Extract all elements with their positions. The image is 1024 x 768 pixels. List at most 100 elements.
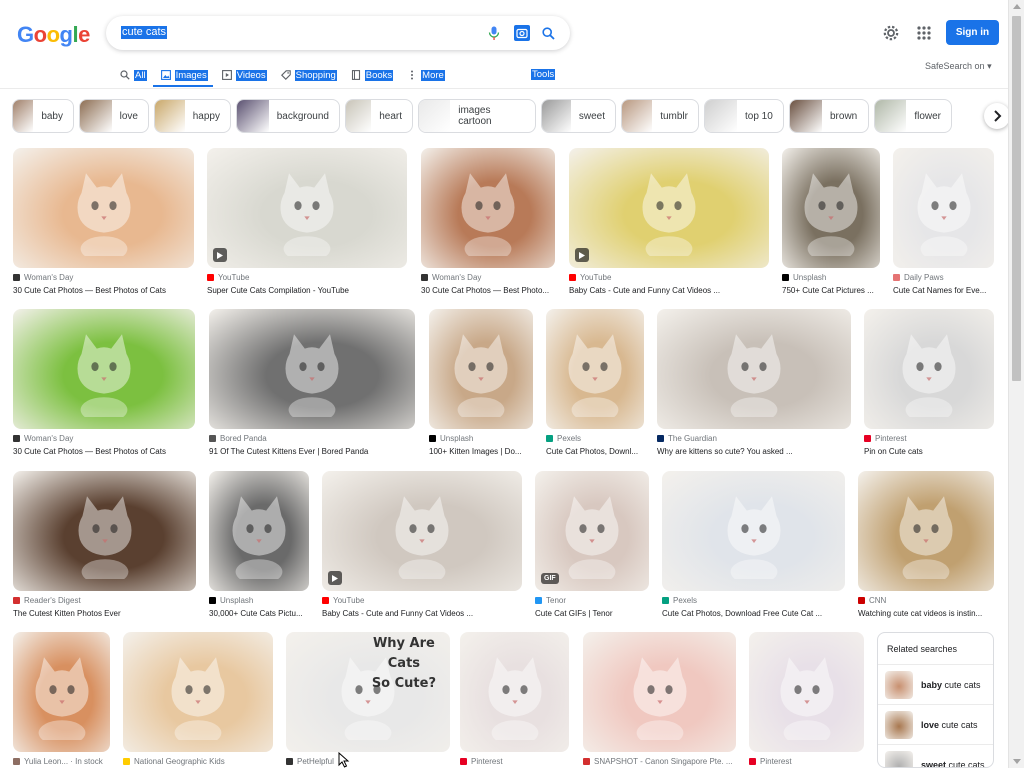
camera-lens-icon[interactable] — [514, 25, 530, 41]
image-result[interactable]: The Guardian Why are kittens so cute? You… — [657, 309, 851, 463]
result-title[interactable]: Cute Cat GIFs | Tenor — [535, 609, 655, 618]
chip-happy[interactable]: happy — [154, 99, 231, 133]
scrollbar-thumb[interactable] — [1012, 16, 1021, 381]
result-title[interactable]: Cute Cat Photos, Download Free Cute Cat … — [662, 609, 845, 618]
microphone-icon[interactable] — [486, 25, 502, 41]
result-title[interactable]: 750+ Cute Cat Pictures ... — [782, 286, 902, 295]
image-result[interactable]: Woman's Day 30 Cute Cat Photos — Best Pho… — [421, 148, 555, 302]
result-thumbnail[interactable] — [421, 148, 555, 268]
image-result[interactable]: Bored Panda 91 Of The Cutest Kittens Ever… — [209, 309, 415, 463]
google-logo[interactable]: Google — [17, 22, 90, 48]
result-title[interactable]: Baby Cats - Cute and Funny Cat Videos ..… — [569, 286, 769, 295]
result-thumbnail[interactable] — [662, 471, 845, 591]
chips-next-button[interactable] — [984, 103, 1010, 129]
result-source[interactable]: Woman's Day — [13, 273, 73, 282]
result-title[interactable]: 100+ Kitten Images | Do... — [429, 447, 549, 456]
result-title[interactable]: 91 Of The Cutest Kittens Ever | Bored Pa… — [209, 447, 415, 456]
result-source[interactable]: Woman's Day — [421, 273, 481, 282]
result-title[interactable]: 30 Cute Cat Photos — Best Photos of Cats — [13, 447, 195, 456]
result-thumbnail[interactable] — [322, 471, 522, 591]
result-title[interactable]: Pin on Cute cats — [864, 447, 994, 456]
chip-brown[interactable]: brown — [789, 99, 869, 133]
search-box[interactable]: cute cats — [106, 16, 570, 50]
related-search-item[interactable]: sweet cute cats — [878, 744, 993, 767]
related-search-item[interactable]: baby cute cats — [878, 664, 993, 704]
result-thumbnail[interactable] — [209, 309, 415, 429]
result-title[interactable]: 30,000+ Cute Cats Pictu... — [209, 609, 329, 618]
result-thumbnail[interactable] — [858, 471, 994, 591]
result-title[interactable]: The Cutest Kitten Photos Ever — [13, 609, 196, 618]
result-title[interactable]: Cute Cat Names for Eve... — [893, 286, 1013, 295]
safesearch-dropdown[interactable]: SafeSearch on ▾ — [925, 61, 992, 72]
tab-books[interactable]: Books — [351, 67, 394, 83]
result-thumbnail[interactable] — [893, 148, 994, 268]
result-title[interactable]: Why are kittens so cute? You asked ... — [657, 447, 851, 456]
result-source[interactable]: Unsplash — [209, 596, 253, 605]
result-title[interactable]: 30 Cute Cat Photos — Best Photo... — [421, 286, 555, 295]
result-source[interactable]: Tenor — [535, 596, 566, 605]
result-thumbnail[interactable] — [207, 148, 407, 268]
image-result[interactable]: Pexels Cute Cat Photos, Download Free Cut… — [662, 471, 845, 625]
chip-love[interactable]: love — [79, 99, 149, 133]
result-source[interactable]: Pinterest — [749, 757, 792, 766]
result-source[interactable]: SNAPSHOT - Canon Singapore Pte. ... — [583, 757, 733, 766]
chip-top-10[interactable]: top 10 — [704, 99, 784, 133]
result-source[interactable]: Pexels — [662, 596, 697, 605]
image-result[interactable]: SNAPSHOT - Canon Singapore Pte. ... — [583, 632, 736, 768]
chip-images-cartoon[interactable]: images cartoon — [418, 99, 536, 133]
result-source[interactable]: Pexels — [546, 434, 581, 443]
result-source[interactable]: Daily Paws — [893, 273, 944, 282]
result-source[interactable]: YouTube — [569, 273, 611, 282]
tab-shopping[interactable]: Shopping — [280, 67, 337, 83]
image-result[interactable]: Unsplash 750+ Cute Cat Pictures ... — [782, 148, 880, 302]
result-source[interactable]: Unsplash — [782, 273, 826, 282]
image-result[interactable]: Woman's Day 30 Cute Cat Photos — Best Pho… — [13, 148, 194, 302]
image-result[interactable]: Unsplash 30,000+ Cute Cats Pictu... — [209, 471, 309, 625]
result-thumbnail[interactable] — [864, 309, 994, 429]
scroll-down-arrow-icon[interactable] — [1013, 759, 1021, 764]
result-source[interactable]: The Guardian — [657, 434, 717, 443]
vertical-scrollbar[interactable] — [1008, 0, 1024, 768]
settings-gear-icon[interactable] — [882, 24, 900, 42]
tools-button[interactable]: Tools — [531, 69, 556, 80]
result-source[interactable]: Woman's Day — [13, 434, 73, 443]
result-title[interactable]: Cute Cat Photos, Downl... — [546, 447, 666, 456]
tab-videos[interactable]: Videos — [221, 67, 267, 83]
result-title[interactable]: Baby Cats - Cute and Funny Cat Videos ..… — [322, 609, 522, 618]
result-thumbnail[interactable] — [749, 632, 864, 752]
result-source[interactable]: Reader's Digest — [13, 596, 81, 605]
result-title[interactable]: 30 Cute Cat Photos — Best Photos of Cats — [13, 286, 194, 295]
result-thumbnail[interactable] — [429, 309, 533, 429]
result-source[interactable]: National Geographic Kids — [123, 757, 225, 766]
result-title[interactable]: Watching cute cat videos is instin... — [858, 609, 994, 618]
chip-sweet[interactable]: sweet — [541, 99, 616, 133]
image-result[interactable]: Why Are Cats So Cute? PetHelpful — [286, 632, 450, 768]
image-result[interactable]: YouTube Super Cute Cats Compilation - You… — [207, 148, 407, 302]
chip-heart[interactable]: heart — [345, 99, 413, 133]
result-thumbnail[interactable] — [583, 632, 736, 752]
related-search-item[interactable]: love cute cats — [878, 704, 993, 744]
result-source[interactable]: Pinterest — [864, 434, 907, 443]
image-result[interactable]: Pinterest Pin on Cute cats — [864, 309, 994, 463]
image-result[interactable]: Pinterest — [749, 632, 864, 768]
image-result[interactable]: Unsplash 100+ Kitten Images | Do... — [429, 309, 533, 463]
image-result[interactable]: Pexels Cute Cat Photos, Downl... — [546, 309, 644, 463]
chip-background[interactable]: background — [236, 99, 340, 133]
image-result[interactable]: Daily Paws Cute Cat Names for Eve... — [893, 148, 994, 302]
result-source[interactable]: Unsplash — [429, 434, 473, 443]
apps-grid-icon[interactable] — [916, 25, 932, 41]
search-icon[interactable] — [540, 25, 556, 41]
tab-all[interactable]: All — [120, 67, 147, 83]
image-result[interactable]: Reader's Digest The Cutest Kitten Photos … — [13, 471, 196, 625]
result-source[interactable]: YouTube — [322, 596, 364, 605]
result-thumbnail[interactable] — [460, 632, 569, 752]
image-result[interactable]: National Geographic Kids — [123, 632, 273, 768]
result-title[interactable]: Super Cute Cats Compilation - YouTube — [207, 286, 407, 295]
search-input[interactable]: cute cats — [121, 26, 168, 39]
image-result[interactable]: GIF Tenor Cute Cat GIFs | Tenor — [535, 471, 649, 625]
result-thumbnail[interactable] — [546, 309, 644, 429]
chip-baby[interactable]: baby — [12, 99, 74, 133]
sign-in-button[interactable]: Sign in — [946, 20, 999, 45]
image-result[interactable]: Pinterest — [460, 632, 569, 768]
result-source[interactable]: PetHelpful — [286, 757, 334, 766]
